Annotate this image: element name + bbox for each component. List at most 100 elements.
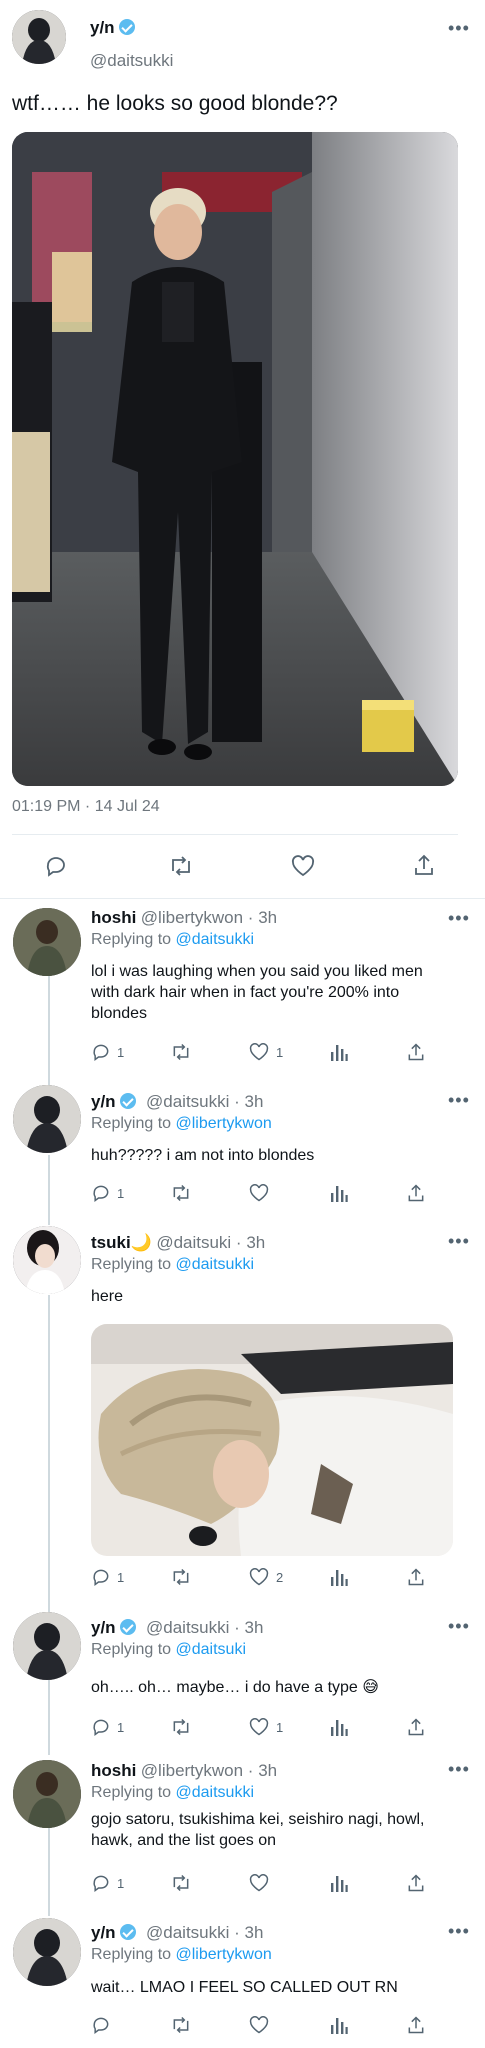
retweet-icon[interactable] xyxy=(170,1183,192,1208)
thread-line xyxy=(48,1828,50,1916)
divider xyxy=(12,834,458,835)
share-icon[interactable] xyxy=(406,1872,426,1899)
retweet-icon[interactable] xyxy=(168,854,194,878)
avatar[interactable] xyxy=(12,10,66,64)
author-name[interactable]: hoshi xyxy=(91,908,136,927)
like-icon[interactable] xyxy=(290,854,316,878)
replying-to-mention[interactable]: @libertykwon xyxy=(176,1946,272,1963)
avatar[interactable] xyxy=(13,1226,81,1294)
reply-button[interactable]: 1 xyxy=(91,1567,124,1587)
share-icon[interactable] xyxy=(412,852,436,878)
reply-text: huh????? i am not into blondes xyxy=(91,1147,315,1164)
avatar[interactable] xyxy=(13,1085,81,1153)
like-icon[interactable] xyxy=(248,2015,270,2040)
photo-image xyxy=(91,1324,453,1556)
avatar[interactable] xyxy=(13,1918,81,1986)
share-icon[interactable] xyxy=(406,2014,426,2041)
author-handle-time[interactable]: @daitsuki · 3h xyxy=(156,1233,265,1252)
share-icon[interactable] xyxy=(406,1041,426,1068)
thread-line xyxy=(48,1155,50,1225)
like-button[interactable]: 1 xyxy=(248,1717,283,1737)
author-name[interactable]: y/n xyxy=(91,1618,116,1637)
author-name[interactable]: y/n xyxy=(90,18,115,37)
replying-to: Replying to @libertykwon xyxy=(91,1946,272,1964)
reply-photo[interactable] xyxy=(91,1324,453,1556)
replying-to-mention[interactable]: @daitsukki xyxy=(176,931,255,948)
like-button[interactable]: 1 xyxy=(248,1042,283,1062)
reply-icon xyxy=(93,1719,109,1736)
author-name[interactable]: tsuki🌙 xyxy=(91,1233,152,1252)
replying-to-mention[interactable]: @libertykwon xyxy=(176,1115,272,1132)
replying-to-label: Replying to xyxy=(91,1256,172,1273)
views-icon[interactable] xyxy=(330,1873,348,1898)
reply-text: here xyxy=(91,1288,124,1305)
thread-line xyxy=(48,975,50,1085)
author-handle-time[interactable]: @daitsukki · 3h xyxy=(146,1618,263,1637)
more-icon[interactable]: ••• xyxy=(448,1090,470,1111)
replying-to: Replying to @daitsukki xyxy=(91,931,254,949)
retweet-icon[interactable] xyxy=(170,1042,192,1067)
reply-count: 1 xyxy=(117,1044,125,1060)
more-icon[interactable]: ••• xyxy=(448,908,470,929)
replying-to-label: Replying to xyxy=(91,931,172,948)
reply-icon[interactable] xyxy=(44,854,68,878)
reply-count: 1 xyxy=(117,1719,125,1735)
author-handle-time[interactable]: @daitsukki · 3h xyxy=(146,1092,263,1111)
reply-header: y/n @daitsukki · 3h xyxy=(91,1923,263,1943)
like-icon[interactable] xyxy=(248,1873,270,1898)
replying-to-label: Replying to xyxy=(91,1784,172,1801)
replying-to-mention[interactable]: @daitsukki xyxy=(176,1784,255,1801)
avatar[interactable] xyxy=(13,1612,81,1680)
reply-count: 1 xyxy=(117,1185,125,1201)
author-name[interactable]: hoshi xyxy=(91,1761,136,1780)
share-icon[interactable] xyxy=(406,1566,426,1593)
avatar[interactable] xyxy=(13,1760,81,1828)
views-icon[interactable] xyxy=(330,1567,348,1592)
replying-to: Replying to @daitsukki xyxy=(91,1256,254,1274)
views-icon[interactable] xyxy=(330,2015,348,2040)
reply-header: hoshi @libertykwon · 3h xyxy=(91,1761,277,1781)
tweet-timestamp[interactable]: 01:19 PM · 14 Jul 24 xyxy=(12,798,160,816)
more-icon[interactable]: ••• xyxy=(448,1616,470,1637)
views-icon[interactable] xyxy=(330,1717,348,1742)
retweet-icon[interactable] xyxy=(170,1717,192,1742)
replying-to-mention[interactable]: @daitsuki xyxy=(176,1641,247,1658)
avatar-image xyxy=(13,1085,81,1153)
author-name[interactable]: y/n xyxy=(91,1923,116,1942)
replying-to-label: Replying to xyxy=(91,1115,172,1132)
avatar[interactable] xyxy=(13,908,81,976)
retweet-icon[interactable] xyxy=(170,2015,192,2040)
reply-count: 1 xyxy=(117,1569,125,1585)
like-icon[interactable] xyxy=(248,1183,270,1208)
retweet-icon[interactable] xyxy=(170,1567,192,1592)
views-icon[interactable] xyxy=(330,1042,348,1067)
tweet-photo[interactable] xyxy=(12,132,458,786)
more-icon[interactable]: ••• xyxy=(448,1921,470,1942)
replying-to: Replying to @daitsuki xyxy=(91,1641,246,1659)
author-name[interactable]: y/n xyxy=(91,1092,116,1111)
like-icon xyxy=(249,1043,269,1061)
reply-text: oh….. oh… maybe… i do have a type 😅 xyxy=(91,1679,379,1696)
more-icon[interactable]: ••• xyxy=(448,18,470,39)
replying-to-mention[interactable]: @daitsukki xyxy=(176,1256,255,1273)
more-icon[interactable]: ••• xyxy=(448,1759,470,1780)
author-handle[interactable]: @daitsukki xyxy=(90,51,173,71)
like-button[interactable]: 2 xyxy=(248,1567,283,1587)
author-handle-time[interactable]: @daitsukki · 3h xyxy=(146,1923,263,1942)
reply-button[interactable]: 1 xyxy=(91,1717,124,1737)
share-icon[interactable] xyxy=(406,1182,426,1209)
author-handle-time[interactable]: @libertykwon · 3h xyxy=(141,1761,277,1780)
views-icon[interactable] xyxy=(330,1183,348,1208)
retweet-icon[interactable] xyxy=(170,1873,192,1898)
reply-icon xyxy=(93,1875,109,1892)
reply-button[interactable]: 1 xyxy=(91,1183,124,1203)
author-handle-time[interactable]: @libertykwon · 3h xyxy=(141,908,277,927)
tweet-text: wtf…… he looks so good blonde?? xyxy=(12,92,338,115)
avatar-image xyxy=(12,10,66,64)
reply-count: 1 xyxy=(117,1875,125,1891)
more-icon[interactable]: ••• xyxy=(448,1231,470,1252)
reply-icon[interactable] xyxy=(91,2015,111,2040)
share-icon[interactable] xyxy=(406,1716,426,1743)
reply-button[interactable]: 1 xyxy=(91,1042,124,1062)
reply-button[interactable]: 1 xyxy=(91,1873,124,1893)
